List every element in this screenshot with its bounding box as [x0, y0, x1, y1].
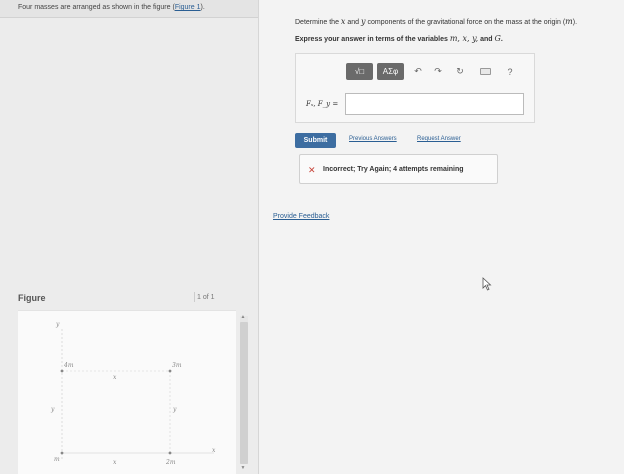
- mass-dot-top-right: [168, 369, 172, 373]
- mouse-cursor-icon: [482, 277, 492, 291]
- redo-icon[interactable]: ↷: [432, 63, 444, 80]
- label-dim-y-left: y: [50, 406, 55, 413]
- instruction-line-1: Determine the x and y components of the …: [295, 17, 578, 26]
- provide-feedback-link[interactable]: Provide Feedback: [273, 213, 329, 220]
- label-mass-4m: 4m: [63, 362, 74, 369]
- scroll-up-icon[interactable]: ▲: [238, 314, 248, 320]
- help-icon[interactable]: ?: [504, 63, 516, 80]
- reset-icon[interactable]: ↻: [454, 63, 466, 80]
- figure-panel: y x 4m 3m m 2m x y y x: [18, 310, 236, 474]
- label-mass-m: m: [54, 456, 60, 463]
- column-divider: [258, 0, 259, 474]
- label-dim-x-top: x: [113, 374, 117, 381]
- pager-divider: [194, 292, 195, 302]
- previous-answers-link[interactable]: Previous Answers: [349, 136, 397, 142]
- figure-1-link[interactable]: Figure 1: [175, 4, 201, 11]
- request-answer-link[interactable]: Request Answer: [417, 136, 461, 142]
- feedback-message: Incorrect; Try Again; 4 attempts remaini…: [323, 166, 464, 173]
- problem-statement: Four masses are arranged as shown in the…: [18, 4, 205, 11]
- instruction-line-2: Express your answer in terms of the vari…: [295, 34, 503, 43]
- mass-dot-bottom-right: [168, 451, 172, 455]
- figure-pager: 1 of 1: [197, 294, 215, 301]
- keyboard-icon[interactable]: [480, 68, 491, 75]
- label-x-axis: x: [212, 447, 216, 454]
- left-panel: Four masses are arranged as shown in the…: [0, 0, 258, 474]
- label-mass-2m: 2m: [165, 459, 176, 466]
- problem-statement-bar: Four masses are arranged as shown in the…: [0, 0, 258, 18]
- mass-dot-origin: [60, 451, 64, 455]
- sqrt-template-button[interactable]: √□: [346, 63, 373, 80]
- label-dim-y-right: y: [172, 406, 177, 413]
- scroll-down-icon[interactable]: ▼: [238, 465, 248, 471]
- feedback-box: ✕ Incorrect; Try Again; 4 attempts remai…: [299, 154, 498, 184]
- mass-dot-top-left: [60, 369, 64, 373]
- label-y-axis: y: [55, 321, 60, 328]
- answer-input[interactable]: [345, 93, 524, 115]
- figure-scrollbar-thumb[interactable]: [240, 322, 248, 464]
- x-icon: ✕: [308, 165, 316, 175]
- mass-diagram: y x 4m 3m m 2m x y y x: [50, 321, 216, 466]
- answer-panel: √□ ΑΣφ ↶ ↷ ↻ ? Fₓ, F_y =: [295, 53, 535, 123]
- submit-button[interactable]: Submit: [295, 133, 336, 148]
- figure-heading: Figure: [18, 293, 46, 303]
- label-dim-x-bottom: x: [113, 459, 117, 466]
- label-mass-3m: 3m: [172, 362, 182, 369]
- undo-icon[interactable]: ↶: [412, 63, 424, 80]
- greek-symbols-button[interactable]: ΑΣφ: [377, 63, 404, 80]
- answer-label: Fₓ, F_y =: [306, 100, 339, 108]
